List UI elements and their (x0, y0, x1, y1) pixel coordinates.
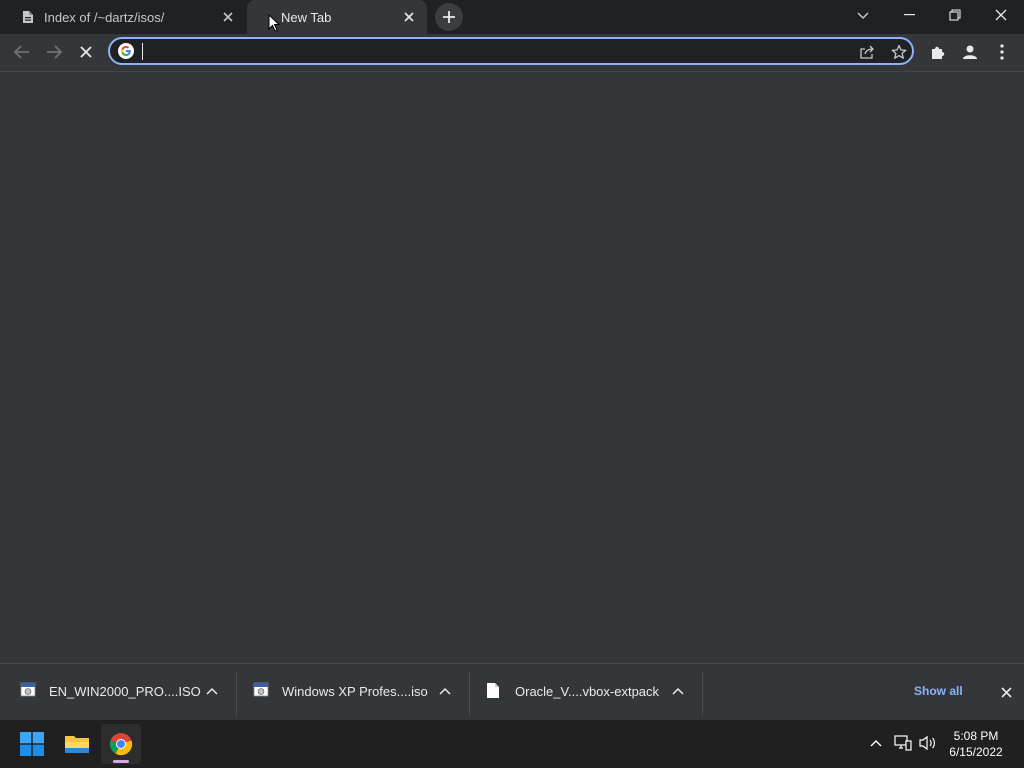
file-explorer-button[interactable] (57, 724, 97, 764)
browser-toolbar (0, 34, 1024, 72)
three-dots-vertical-icon (1000, 44, 1004, 60)
chevron-up-icon[interactable] (437, 683, 453, 699)
text-caret (142, 43, 143, 60)
file-icon (486, 682, 502, 700)
address-input[interactable] (142, 41, 842, 61)
menu-button[interactable] (988, 38, 1016, 66)
puzzle-piece-icon (932, 46, 945, 59)
volume-icon[interactable] (917, 732, 939, 754)
iso-file-icon (253, 682, 269, 700)
tab-search-button[interactable] (852, 5, 874, 27)
arrow-right-icon (47, 45, 62, 59)
iso-file-icon (20, 682, 36, 700)
restore-button[interactable] (932, 0, 978, 30)
close-icon (995, 9, 1007, 21)
tab-strip: Index of /~dartz/isos/ New Tab (0, 0, 1024, 34)
extensions-button[interactable] (924, 38, 952, 66)
close-window-button[interactable] (978, 0, 1024, 30)
network-icon[interactable] (892, 732, 914, 754)
windows-taskbar: 5:08 PM 6/15/2022 (0, 720, 1024, 768)
google-g-icon (118, 43, 134, 59)
close-tab-icon[interactable] (220, 9, 236, 25)
close-icon (80, 46, 92, 58)
chevron-up-icon[interactable] (670, 683, 686, 699)
clock-time: 5:08 PM (953, 729, 999, 743)
divider (702, 672, 703, 716)
arrow-left-icon (14, 45, 29, 59)
show-all-downloads-link[interactable]: Show all (914, 684, 963, 698)
start-button[interactable] (12, 724, 52, 764)
close-shelf-icon[interactable] (996, 683, 1016, 701)
page-content (0, 72, 1024, 663)
share-icon[interactable] (856, 41, 878, 63)
download-filename: EN_WIN2000_PRO....ISO (49, 684, 201, 699)
system-clock[interactable]: 5:08 PM 6/15/2022 (944, 728, 1008, 760)
forward-button[interactable] (40, 38, 68, 66)
mouse-cursor-icon (268, 14, 280, 32)
restore-icon (949, 9, 961, 21)
download-item[interactable]: Oracle_V....vbox-extpack (486, 664, 700, 720)
chevron-down-icon (857, 12, 869, 20)
back-button[interactable] (8, 38, 36, 66)
bookmark-star-icon[interactable] (888, 41, 910, 63)
new-tab-button[interactable] (435, 3, 463, 31)
address-bar[interactable] (108, 37, 914, 65)
profile-button[interactable] (956, 38, 984, 66)
download-filename: Windows XP Profes....iso (282, 684, 428, 699)
show-hidden-icons-chevron-up-icon[interactable] (865, 732, 887, 754)
divider (236, 672, 237, 716)
stop-loading-button[interactable] (72, 38, 100, 66)
download-item[interactable]: Windows XP Profes....iso (253, 664, 467, 720)
chevron-up-icon[interactable] (204, 683, 220, 699)
windows-start-icon (20, 732, 44, 756)
download-filename: Oracle_V....vbox-extpack (515, 684, 660, 699)
download-shelf: EN_WIN2000_PRO....ISO Windows XP Profes.… (0, 663, 1024, 720)
web-page-icon (20, 9, 36, 25)
profile-icon (963, 45, 977, 59)
chrome-icon (109, 733, 133, 756)
plus-icon (443, 11, 455, 23)
minimize-button[interactable] (886, 0, 932, 30)
close-tab-icon[interactable] (401, 9, 417, 25)
clock-date: 6/15/2022 (949, 745, 1003, 759)
minimize-icon (903, 14, 915, 16)
download-item[interactable]: EN_WIN2000_PRO....ISO (20, 664, 234, 720)
active-app-indicator (113, 760, 129, 763)
tab-title: Index of /~dartz/isos/ (44, 9, 165, 25)
file-explorer-icon (65, 736, 89, 753)
divider (469, 672, 470, 716)
chrome-taskbar-button[interactable] (101, 724, 141, 764)
tab-index-of-isos[interactable]: Index of /~dartz/isos/ (8, 0, 246, 34)
